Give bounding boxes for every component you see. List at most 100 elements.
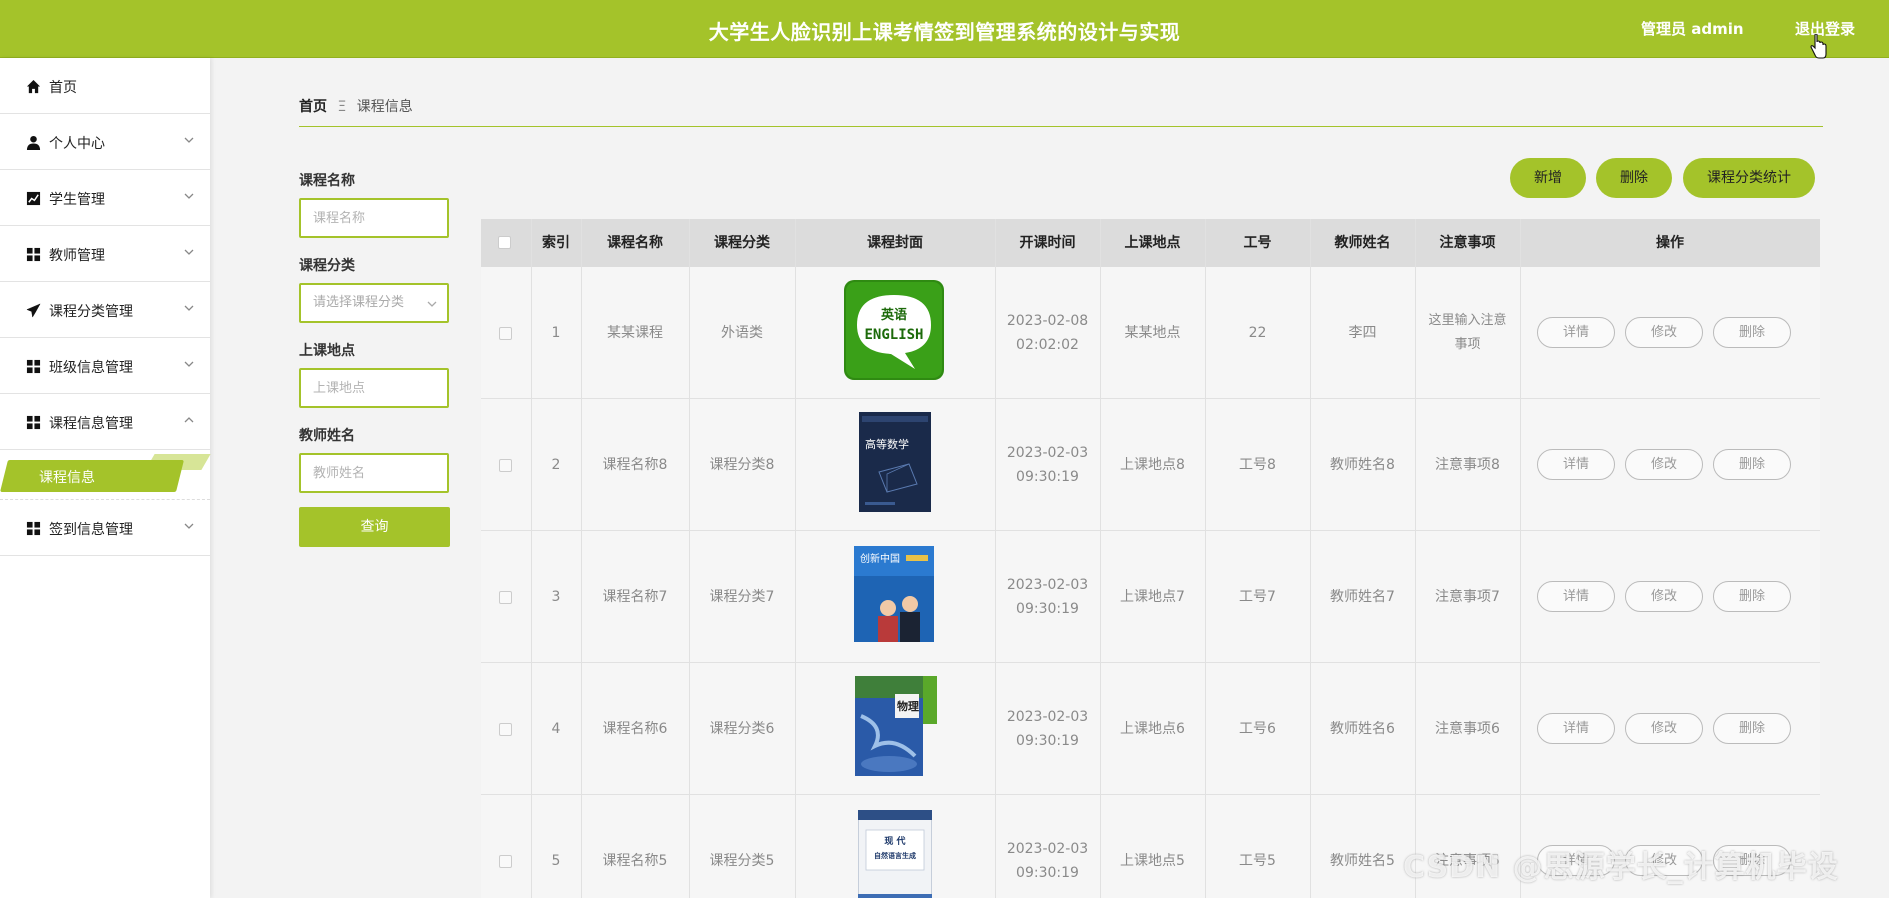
table-row: 2 课程名称8 课程分类8 高等数学 2023-02-03 09:30:19 上… xyxy=(481,399,1820,531)
chevron-up-icon xyxy=(184,417,194,423)
cell-teacher: 教师姓名6 xyxy=(1330,721,1395,737)
edit-button[interactable]: 修改 xyxy=(1625,449,1703,480)
sidebar-item-home[interactable]: 首页 xyxy=(0,58,210,114)
col-header: 课程封面 xyxy=(867,235,923,251)
chevron-down-icon xyxy=(184,137,194,143)
sidebar-item-label: 课程分类管理 xyxy=(49,304,133,320)
detail-button[interactable]: 详情 xyxy=(1537,449,1615,480)
cell-teacher: 教师姓名8 xyxy=(1330,457,1395,473)
cell-course-name: 某某课程 xyxy=(607,325,663,341)
sidebar-item-checkin-management[interactable]: 签到信息管理 xyxy=(0,500,210,556)
add-button[interactable]: 新增 xyxy=(1510,158,1586,198)
col-header: 工号 xyxy=(1243,235,1272,251)
sidebar-item-personal-center[interactable]: 个人中心 xyxy=(0,114,210,170)
grid-icon xyxy=(26,521,41,536)
sidebar-item-course-category-management[interactable]: 课程分类管理 xyxy=(0,282,210,338)
sidebar-item-label: 首页 xyxy=(49,80,77,96)
teacher-name-input[interactable] xyxy=(313,455,447,491)
row-delete-button[interactable]: 删除 xyxy=(1713,713,1791,744)
detail-button[interactable]: 详情 xyxy=(1537,581,1615,612)
col-header: 教师姓名 xyxy=(1334,235,1391,251)
sidebar-subitem-course-info[interactable]: 课程信息 xyxy=(0,452,211,500)
cell-job-no: 工号8 xyxy=(1239,457,1276,473)
send-icon xyxy=(26,303,41,318)
course-name-label: 课程名称 xyxy=(299,173,355,189)
english-cover-image: 英语 ENGLISH xyxy=(844,280,944,380)
col-header: 索引 xyxy=(542,235,570,251)
cell-start-date: 2023-02-03 xyxy=(1006,445,1089,461)
cell-job-no: 工号7 xyxy=(1239,589,1276,605)
modern-cover-title2: 自然语言生成 xyxy=(874,851,916,860)
cell-location: 上课地点5 xyxy=(1120,853,1185,869)
col-header: 开课时间 xyxy=(1019,235,1076,251)
sidebar-item-teacher-management[interactable]: 教师管理 xyxy=(0,226,210,282)
chevron-down-icon xyxy=(184,305,194,311)
edit-button[interactable]: 修改 xyxy=(1625,317,1703,348)
cell-location: 上课地点7 xyxy=(1120,589,1185,605)
cell-index: 4 xyxy=(551,721,561,737)
row-delete-button[interactable]: 删除 xyxy=(1713,317,1791,348)
cell-start-date: 2023-02-03 xyxy=(1006,709,1089,725)
cell-course-name: 课程名称6 xyxy=(602,721,668,737)
select-all-checkbox[interactable] xyxy=(498,236,511,249)
teacher-name-label: 教师姓名 xyxy=(299,428,355,444)
course-name-input[interactable] xyxy=(313,200,447,236)
breadcrumb-current: 课程信息 xyxy=(356,99,413,115)
chevron-down-icon xyxy=(427,301,437,307)
sidebar-item-student-management[interactable]: 学生管理 xyxy=(0,170,210,226)
cell-category: 课程分类8 xyxy=(709,457,775,473)
teacher-name-input-wrap xyxy=(299,453,449,493)
course-category-select[interactable]: 请选择课程分类 xyxy=(299,283,449,323)
cell-location: 上课地点8 xyxy=(1120,457,1185,473)
query-button[interactable]: 查询 xyxy=(299,507,450,547)
sidebar-item-class-info-management[interactable]: 班级信息管理 xyxy=(0,338,210,394)
english-cover-word: ENGLISH xyxy=(864,327,923,343)
china-cover-title: 创新中国 xyxy=(860,552,900,565)
cell-note-line1: 注意事项8 xyxy=(1435,457,1500,473)
table-header: 索引 课程名称 课程分类 课程封面 开课时间 上课地点 工号 教师姓名 注意事项… xyxy=(481,219,1820,267)
detail-button[interactable]: 详情 xyxy=(1537,713,1615,744)
cell-note-line2: 事项 xyxy=(1454,337,1481,352)
user-icon xyxy=(26,135,41,150)
table-row: 4 课程名称6 课程分类6 物理 2023-02-03 09:30:19 上课地… xyxy=(481,663,1820,795)
sidebar-item-label: 教师管理 xyxy=(49,248,105,264)
row-checkbox[interactable] xyxy=(499,327,512,340)
col-header: 操作 xyxy=(1656,235,1684,251)
cell-note-line1: 注意事项7 xyxy=(1435,589,1500,605)
cell-start-time: 02:02:02 xyxy=(1016,337,1079,353)
delete-button[interactable]: 删除 xyxy=(1596,158,1672,198)
row-delete-button[interactable]: 删除 xyxy=(1713,581,1791,612)
col-header: 课程分类 xyxy=(714,235,770,251)
sidebar-item-course-info-management[interactable]: 课程信息管理 xyxy=(0,394,210,450)
edit-button[interactable]: 修改 xyxy=(1625,581,1703,612)
sidebar-item-label: 课程信息管理 xyxy=(49,416,133,432)
row-checkbox[interactable] xyxy=(499,723,512,736)
row-delete-button[interactable]: 删除 xyxy=(1713,449,1791,480)
row-checkbox[interactable] xyxy=(499,591,512,604)
col-header: 上课地点 xyxy=(1124,235,1181,251)
cell-job-no: 工号5 xyxy=(1239,853,1276,869)
cell-start-time: 09:30:19 xyxy=(1016,865,1079,881)
cell-note-line1: 注意事项6 xyxy=(1435,721,1500,737)
cell-teacher: 教师姓名7 xyxy=(1330,589,1395,605)
cell-index: 3 xyxy=(551,589,561,605)
breadcrumb-home[interactable]: 首页 xyxy=(299,99,327,115)
grid-icon xyxy=(26,415,41,430)
sidebar-item-label: 个人中心 xyxy=(49,136,105,152)
row-checkbox[interactable] xyxy=(499,459,512,472)
table-row: 3 课程名称7 课程分类7 创新中国 2023-02-03 09:30:19 上… xyxy=(481,531,1820,663)
location-label: 上课地点 xyxy=(299,343,355,359)
hand-cursor-icon xyxy=(1810,34,1827,59)
detail-button[interactable]: 详情 xyxy=(1537,317,1615,348)
edit-button[interactable]: 修改 xyxy=(1625,713,1703,744)
chart-icon xyxy=(26,191,41,206)
user-label: 管理员 admin xyxy=(1641,20,1744,38)
category-stats-button[interactable]: 课程分类统计 xyxy=(1683,158,1815,198)
location-input[interactable] xyxy=(313,370,447,406)
breadcrumb-separator: Ξ xyxy=(337,99,347,115)
cell-start-date: 2023-02-03 xyxy=(1006,577,1089,593)
course-category-label: 课程分类 xyxy=(299,258,355,274)
physics-cover-title: 物理 xyxy=(897,699,919,713)
row-checkbox[interactable] xyxy=(499,855,512,868)
grid-icon xyxy=(26,359,41,374)
